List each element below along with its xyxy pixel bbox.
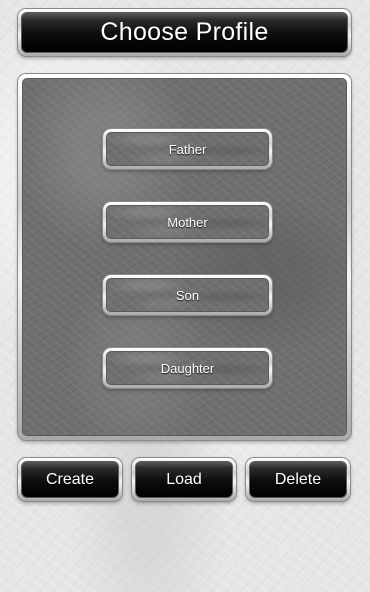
title-bar: Choose Profile xyxy=(18,9,351,56)
profile-label: Mother xyxy=(106,205,269,239)
profile-button-daughter[interactable]: Daughter xyxy=(103,348,272,388)
profile-button-son[interactable]: Son xyxy=(103,275,272,315)
page-title: Choose Profile xyxy=(21,12,348,53)
load-button[interactable]: Load xyxy=(132,458,236,501)
profile-label: Son xyxy=(106,278,269,312)
profile-list-panel: Father Mother Son Daughter xyxy=(18,74,351,440)
profile-list-surface: Father Mother Son Daughter xyxy=(22,78,347,436)
profile-label: Father xyxy=(106,132,269,166)
create-button-label: Create xyxy=(21,461,119,498)
profile-button-mother[interactable]: Mother xyxy=(103,202,272,242)
delete-button-label: Delete xyxy=(249,461,347,498)
delete-button[interactable]: Delete xyxy=(246,458,350,501)
profile-label: Daughter xyxy=(106,351,269,385)
profile-button-father[interactable]: Father xyxy=(103,129,272,169)
create-button[interactable]: Create xyxy=(18,458,122,501)
load-button-label: Load xyxy=(135,461,233,498)
